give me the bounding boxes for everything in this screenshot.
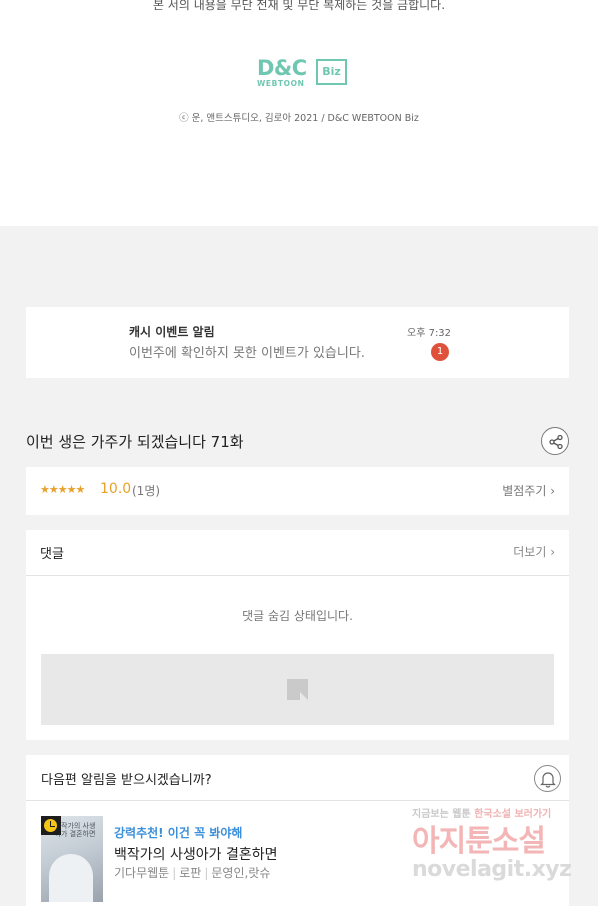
thumbnail-character-art — [49, 854, 93, 902]
give-rating-button[interactable]: 별점주기 › — [502, 482, 555, 499]
share-button[interactable] — [541, 427, 569, 455]
share-icon — [549, 434, 563, 450]
rating-card: ★★★★★ 10.0 (1명) 별점주기 › — [26, 467, 569, 515]
recommended-genre: 로판 — [179, 866, 202, 880]
divider — [26, 575, 569, 576]
recommended-webtoon-title[interactable]: 백작가의 사생아가 결혼하면 — [114, 844, 277, 864]
wait-free-clock-icon — [41, 816, 61, 835]
divider — [26, 800, 569, 801]
logo-tag-text: Biz — [316, 59, 347, 85]
recommended-webtoon-meta: 기다무웹툰 | 로판 | 문영인,랏슈 — [114, 866, 271, 880]
comments-more-button[interactable]: 더보기 › — [513, 543, 555, 560]
rating-score: 10.0 — [100, 481, 132, 497]
dc-webtoon-biz-logo: D&C Biz WEBTOON — [257, 56, 349, 90]
comments-header: 댓글 — [40, 547, 64, 562]
cash-event-notification[interactable]: 캐시 이벤트 알림 이번주에 확인하지 못한 이벤트가 있습니다. 오후 7:3… — [26, 307, 569, 378]
ad-placeholder-icon — [287, 679, 308, 700]
notification-count-badge: 1 — [431, 343, 449, 361]
next-episode-alert-button[interactable] — [534, 765, 561, 792]
recommended-publisher: 기다무웹툰 — [114, 866, 170, 880]
recommended-authors: 문영인,랏슈 — [211, 866, 271, 880]
logo-main-text: D&C — [257, 56, 307, 80]
viewer-footer: 본 서의 내용을 무단 전재 및 무단 복제하는 것을 금합니다. D&C Bi… — [0, 0, 598, 226]
ad-placeholder[interactable] — [41, 654, 554, 725]
rating-stars: ★★★★★ — [40, 483, 85, 496]
recommendation-badge: 강력추천! 이건 꼭 봐야해 — [114, 826, 243, 840]
next-episode-alert-question: 다음편 알림을 받으시겠습니까? — [41, 773, 212, 788]
notification-message: 이번주에 확인하지 못한 이벤트가 있습니다. — [129, 346, 365, 361]
notification-title: 캐시 이벤트 알림 — [129, 325, 215, 339]
next-episode-card: 다음편 알림을 받으시겠습니까? 백작가의 사생아가 결혼하면 강력추천! 이건… — [26, 755, 569, 906]
comments-hidden-message: 댓글 숨김 상태입니다. — [242, 609, 353, 623]
bell-icon — [540, 772, 556, 788]
logo-sub-text: WEBTOON — [257, 79, 305, 88]
episode-title: 이번 생은 가주가 되겠습니다 71화 — [26, 433, 244, 451]
copyright-line: ⓒ 운, 앤트스튜디오, 김로아 2021 / D&C WEBTOON Biz — [179, 113, 419, 124]
copyright-notice: 본 서의 내용을 무단 전재 및 무단 복제하는 것을 금합니다. — [152, 0, 446, 12]
rating-count: (1명) — [132, 484, 161, 498]
comments-card: 댓글 더보기 › 댓글 숨김 상태입니다. — [26, 530, 569, 740]
notification-time: 오후 7:32 — [407, 328, 452, 339]
